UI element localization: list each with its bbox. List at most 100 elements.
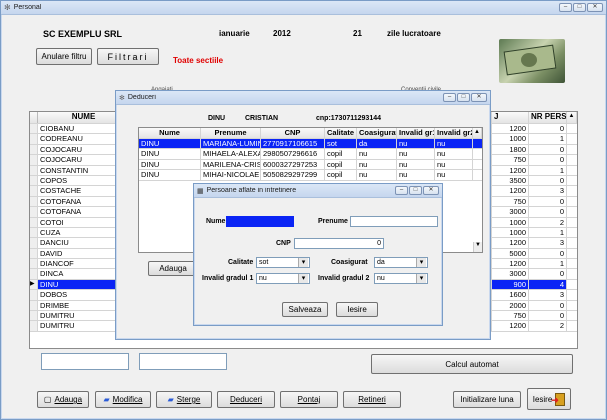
add-button[interactable]: ▢ Adauga <box>37 391 89 408</box>
d-cell-calitate: sot <box>325 139 357 149</box>
dependents-maximize-button[interactable]: □ <box>409 186 422 195</box>
row-indicator <box>30 238 38 248</box>
col-nr-pers[interactable]: NR PERS <box>529 112 567 123</box>
d-cell-coasigurat: nu <box>357 149 397 159</box>
init-month-button[interactable]: Initializare luna <box>453 391 521 408</box>
timesheet-button[interactable]: Pontaj <box>280 391 338 408</box>
search-field-1[interactable] <box>41 353 129 370</box>
dep-name-field[interactable] <box>226 216 294 227</box>
year-label: 2012 <box>273 29 291 38</box>
deductions-title: Deduceri <box>127 94 156 101</box>
cell-nr-pers: 0 <box>529 124 567 134</box>
delete-button[interactable]: ▰ Sterge <box>156 391 212 408</box>
minimize-button[interactable]: – <box>559 3 572 12</box>
work-days-label: zile lucratoare <box>387 29 441 38</box>
cell-nr-pers: 3 <box>529 290 567 300</box>
dep-name-label: Nume <box>206 218 226 225</box>
maximize-button[interactable]: □ <box>573 3 586 12</box>
d-cell-coasigurat: da <box>357 139 397 149</box>
dependents-app-icon: ▦ <box>197 187 204 195</box>
auto-calc-button[interactable]: Calcul automat <box>371 354 573 374</box>
deductions-button[interactable]: Deduceri <box>217 391 275 408</box>
cell-salariu: 1600 <box>492 290 529 300</box>
cell-salariu: 2000 <box>492 300 529 311</box>
d-cell-nume: DINU <box>139 170 201 180</box>
cell-salariu: 1000 <box>492 217 529 227</box>
dep-firstname-field[interactable] <box>350 216 438 227</box>
d-scroll-up-icon[interactable]: ▲ <box>473 128 482 138</box>
dependents-title: Persoane aflate in intretinere <box>206 187 297 194</box>
save-button[interactable]: Salveaza <box>282 302 328 317</box>
cell-nr-pers: 2 <box>529 321 567 331</box>
d-col-prenume[interactable]: Prenume <box>201 128 261 138</box>
dep-inv2-select[interactable]: nu <box>374 273 428 284</box>
row-indicator <box>30 311 38 321</box>
deduction-row[interactable]: DINU MIHAI-NICOLAE 5050829297299 copil nu nu n… <box>139 170 482 181</box>
dep-calitate-select[interactable]: sot <box>256 257 310 268</box>
cell-salariu: 1200 <box>492 259 529 269</box>
dep-inv1-select[interactable]: nu <box>256 273 310 284</box>
app-icon: ✻ <box>4 3 11 12</box>
all-sections-label: Toate sectiile <box>173 56 224 65</box>
col-salariu[interactable]: J <box>492 112 529 123</box>
d-col-calitate[interactable]: Calitate <box>325 128 357 138</box>
deduction-row[interactable]: DINU MIHAELA-ALEXA 2980507296616 copil nu nu n… <box>139 149 482 160</box>
search-field-2[interactable] <box>139 353 227 370</box>
cell-nr-pers: 0 <box>529 269 567 279</box>
row-indicator <box>30 207 38 217</box>
dep-exit-button[interactable]: Iesire <box>336 302 378 317</box>
row-indicator <box>30 196 38 207</box>
d-cell-coasigurat: nu <box>357 170 397 180</box>
d-cell-nume: DINU <box>139 159 201 170</box>
d-cell-prenume: MIHAI-NICOLAE <box>203 170 261 180</box>
d-cell-calitate: copil <box>325 170 357 180</box>
d-cell-inv2: nu <box>435 170 473 180</box>
dep-calitate-label: Calitate <box>228 259 254 266</box>
d-cell-inv1: nu <box>397 159 435 170</box>
retentions-button[interactable]: Retineri <box>343 391 401 408</box>
cell-nr-pers: 1 <box>529 227 567 238</box>
d-col-coasigurat[interactable]: Coasigurat <box>357 128 397 138</box>
cell-nr-pers: 0 <box>529 144 567 155</box>
d-col-nume[interactable]: Nume <box>139 128 201 138</box>
scroll-up-icon[interactable]: ▲ <box>567 112 577 123</box>
cell-nr-pers: 0 <box>529 175 567 186</box>
dep-coasigurat-label: Coasigurat <box>331 259 368 266</box>
cell-nr-pers: 0 <box>529 311 567 321</box>
row-indicator <box>30 134 38 144</box>
close-button[interactable]: ✕ <box>587 3 603 12</box>
deduction-row[interactable]: DINU MARIANA-LUMIN 2770917106615 sot da nu nu <box>139 139 482 150</box>
cell-salariu: 1200 <box>492 238 529 248</box>
modify-button[interactable]: ▰ Modifica <box>95 391 151 408</box>
deductions-app-icon: ✻ <box>119 94 125 102</box>
row-indicator <box>30 124 38 134</box>
cell-salariu: 5000 <box>492 248 529 259</box>
dep-inv1-label: Invalid gradul 1 <box>202 275 254 282</box>
deductions-maximize-button[interactable]: □ <box>457 93 470 102</box>
d-col-inv2[interactable]: Invalid gr2 <box>435 128 473 138</box>
deductions-person-cnp: cnp:1730711293144 <box>316 115 381 122</box>
row-indicator <box>30 269 38 279</box>
exit-button[interactable]: Iesire ➜ <box>527 388 571 410</box>
dep-coasigurat-select[interactable]: da <box>374 257 428 268</box>
deduction-row[interactable]: DINU MARILENA-CRIS 6000327297253 copil nu nu n… <box>139 159 482 171</box>
dependents-close-button[interactable]: ✕ <box>423 186 439 195</box>
deductions-close-button[interactable]: ✕ <box>471 93 487 102</box>
cell-salariu: 750 <box>492 155 529 165</box>
cancel-filter-button[interactable]: Anulare filtru <box>36 48 92 65</box>
deductions-add-button[interactable]: Adauga <box>148 261 198 276</box>
d-col-inv1[interactable]: Invalid gr1 <box>397 128 435 138</box>
filter-button[interactable]: Filtrari <box>97 48 159 65</box>
cell-salariu: 1000 <box>492 227 529 238</box>
cell-salariu: 1800 <box>492 144 529 155</box>
d-col-cnp[interactable]: CNP <box>261 128 325 138</box>
dep-cnp-field[interactable]: 0 <box>294 238 384 249</box>
d-scroll-down-icon[interactable]: ▼ <box>473 242 482 252</box>
dependents-minimize-button[interactable]: – <box>395 186 408 195</box>
deductions-minimize-button[interactable]: – <box>443 93 456 102</box>
dep-inv2-label: Invalid gradul 2 <box>318 275 370 282</box>
cell-nr-pers: 1 <box>529 259 567 269</box>
cell-salariu: 900 <box>492 279 529 290</box>
dependents-titlebar: ▦ Persoane aflate in intretinere – □ ✕ <box>194 184 442 198</box>
edit-icon: ▰ <box>103 395 110 404</box>
